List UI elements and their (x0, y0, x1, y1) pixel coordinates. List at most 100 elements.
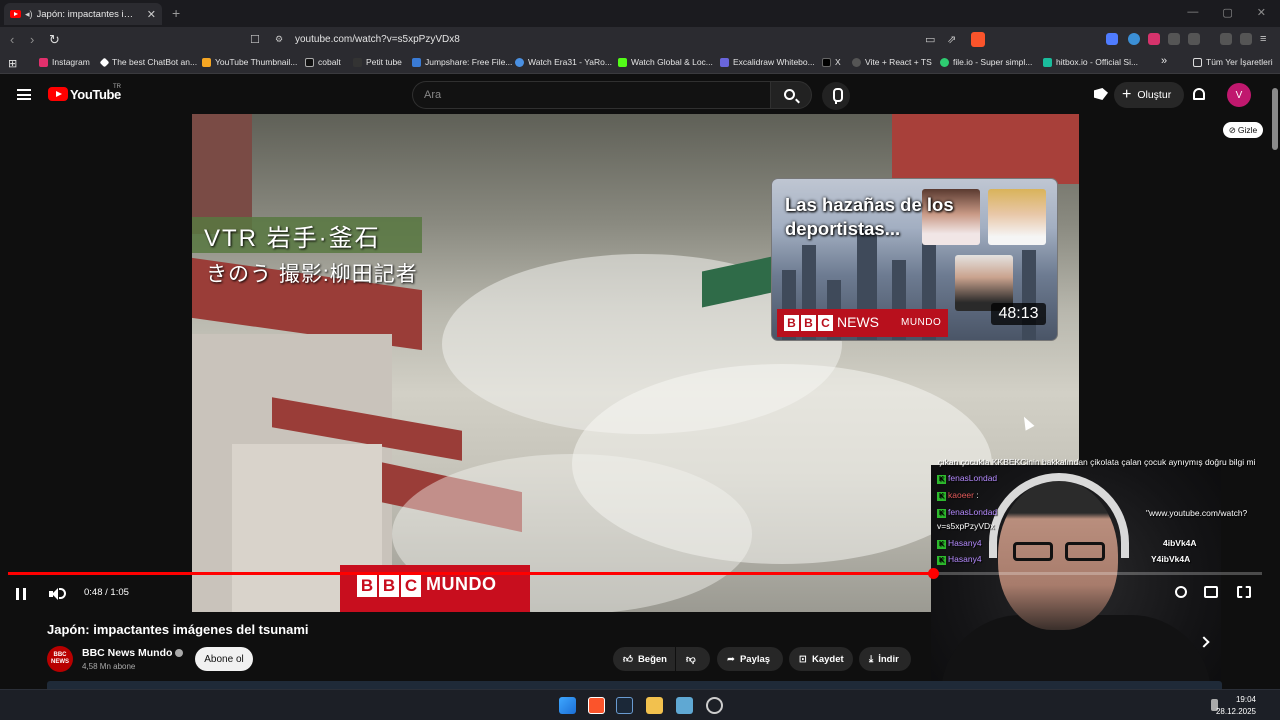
bookmark-item[interactable]: YouTube Thumbnail... (202, 57, 297, 67)
building (192, 114, 252, 234)
era31-icon (515, 57, 524, 67)
bookmark-item[interactable]: cobalt (305, 57, 341, 67)
instagram-icon (39, 57, 48, 67)
news-caption: VTR 岩手·釜石 (204, 225, 381, 252)
kick-badge-icon: K (937, 556, 946, 565)
chat-message: K Hasany4 (937, 554, 982, 565)
voice-search-icon[interactable] (822, 82, 850, 110)
bookmark-item[interactable]: Instagram (39, 57, 90, 67)
subscribe-button[interactable]: Abone ol (195, 647, 253, 671)
bookmark-item[interactable]: The best ChatBot an... (99, 57, 197, 67)
extensions-puzzle-icon[interactable] (1168, 33, 1180, 45)
verified-icon (175, 649, 184, 658)
bookmark-item[interactable]: Petit tube (353, 57, 402, 67)
apps-grid-icon[interactable]: ⊞ (8, 57, 17, 70)
bookmark-item[interactable]: Watch Era31 - YaRo... (515, 57, 612, 67)
cobalt-icon (305, 57, 314, 67)
bookmark-item[interactable]: X (822, 57, 841, 67)
bookmark-item[interactable]: Excalidraw Whitebo... (720, 57, 815, 67)
description-box[interactable] (47, 681, 1222, 689)
tab-title: Japón: impactantes imágenes (36, 8, 141, 20)
chat-message: K Hasany4 (937, 538, 982, 549)
brave-shields-icon[interactable] (971, 32, 985, 47)
close-window-icon[interactable]: ✕ (1257, 6, 1266, 19)
extension-icon[interactable] (1128, 33, 1140, 45)
bookmark-item[interactable]: file.io - Super simpl... (940, 57, 1032, 67)
notifications-bell-icon[interactable] (1193, 88, 1205, 100)
bookmarks-overflow-icon[interactable]: » (1161, 55, 1167, 67)
share-icon[interactable]: ⇗ (947, 33, 956, 46)
video-progress-bar[interactable] (8, 568, 1262, 579)
stream-chat-overlay: çıkan çocukla KKBEKCinin bakkalından çik… (935, 457, 1256, 587)
page-scrollbar[interactable] (1270, 74, 1280, 689)
kick-badge-icon: K (937, 540, 946, 549)
bookmark-icon[interactable]: ☐ (250, 33, 260, 46)
plus-icon: + (1122, 86, 1132, 103)
save-button[interactable]: ⊡ Kaydet (789, 647, 853, 671)
new-tab-button[interactable]: + (172, 5, 180, 21)
thumbs-up-icon: 👍︎ (623, 654, 633, 665)
windows-start-icon[interactable] (559, 697, 576, 714)
fullscreen-icon[interactable] (1237, 586, 1251, 598)
close-tab-icon[interactable]: ✕ (147, 8, 156, 21)
address-bar[interactable]: ☐ ⚙ youtube.com/watch?v=s5xpPzyVDx8 ▭ ⇗ (243, 30, 993, 50)
share-button[interactable]: ➦ Paylaş (717, 647, 783, 671)
minimize-icon[interactable]: — (1187, 6, 1198, 19)
progress-fill (8, 572, 934, 575)
download-button[interactable]: ⤓ İndir (859, 647, 911, 671)
cast-icon[interactable]: ▭ (925, 33, 935, 46)
bookmark-item[interactable]: Jumpshare: Free File... (412, 57, 512, 67)
extension-icon[interactable] (1148, 33, 1160, 45)
mundo-label: MUNDO (901, 317, 942, 328)
chat-message-text: v=s5xpPzyVDx (937, 521, 995, 531)
hamburger-menu-icon[interactable] (17, 89, 31, 100)
like-button[interactable]: 👍︎ Beğen (613, 647, 675, 671)
bookmark-icon: ⊡ (799, 653, 807, 665)
url-text[interactable]: youtube.com/watch?v=s5xpPzyVDx8 (295, 34, 460, 45)
search-button[interactable] (770, 81, 812, 109)
theater-mode-icon[interactable] (1204, 586, 1218, 598)
search-input[interactable]: Ara (412, 81, 770, 109)
bookmark-item[interactable]: hitbox.io - Official Si... (1043, 57, 1138, 67)
youtube-header: YouTube TR Ara + Oluştur V (0, 74, 1270, 114)
site-info-icon[interactable]: ⚙ (275, 34, 283, 45)
eye-off-icon: ⊘ (1228, 124, 1236, 135)
wallet-icon[interactable] (1240, 33, 1252, 45)
fileio-icon (940, 57, 949, 67)
sidebar-icon[interactable] (1188, 33, 1200, 45)
menu-icon[interactable]: ≡ (1260, 33, 1266, 45)
extension-icon[interactable] (1106, 33, 1118, 45)
steam-icon[interactable] (616, 697, 633, 714)
pause-icon[interactable] (16, 588, 26, 600)
settings-icon[interactable] (1175, 586, 1187, 598)
endscreen-video-card[interactable]: Las hazañas de los deportistas... B B C … (771, 178, 1058, 341)
roof (892, 114, 1079, 184)
chat-message: Kkaoeer : (937, 490, 979, 501)
media-icon[interactable] (1220, 33, 1232, 45)
speaker-icon[interactable]: ◂) (25, 9, 33, 20)
bookmark-item[interactable]: Vite + React + TS (852, 57, 932, 67)
forward-icon[interactable]: › (30, 32, 34, 47)
bookmark-item[interactable]: Watch Global & Loc... (618, 57, 713, 67)
brave-browser-icon[interactable] (588, 697, 605, 714)
youtube-logo-icon[interactable] (48, 87, 68, 101)
photos-icon[interactable] (676, 697, 693, 714)
news-label: NEWS (837, 314, 879, 330)
user-avatar[interactable]: V (1227, 83, 1251, 107)
file-explorer-icon[interactable] (646, 697, 663, 714)
mundo-label: MUNDO (426, 574, 497, 594)
browser-tab[interactable]: ◂) Japón: impactantes imágenes ✕ (4, 3, 162, 25)
maximize-icon[interactable]: ▢ (1222, 6, 1232, 19)
obs-icon[interactable] (706, 697, 723, 714)
studio-icon[interactable] (1094, 88, 1108, 100)
channel-avatar[interactable]: BBC NEWS (47, 646, 73, 672)
hide-button[interactable]: ⊘ Gizle (1223, 122, 1263, 138)
back-icon[interactable]: ‹ (10, 32, 14, 47)
create-button[interactable]: + Oluştur (1114, 82, 1184, 108)
all-bookmarks-folder[interactable]: Tüm Yer İşaretleri (1193, 57, 1273, 67)
dislike-button[interactable]: 👎︎ (676, 647, 710, 671)
scrollbar-thumb[interactable] (1272, 88, 1278, 150)
channel-name[interactable]: BBC News Mundo (82, 647, 184, 659)
system-clock[interactable]: 19:04 28.12.2025 (1216, 694, 1256, 718)
reload-icon[interactable]: ↻ (49, 32, 60, 48)
